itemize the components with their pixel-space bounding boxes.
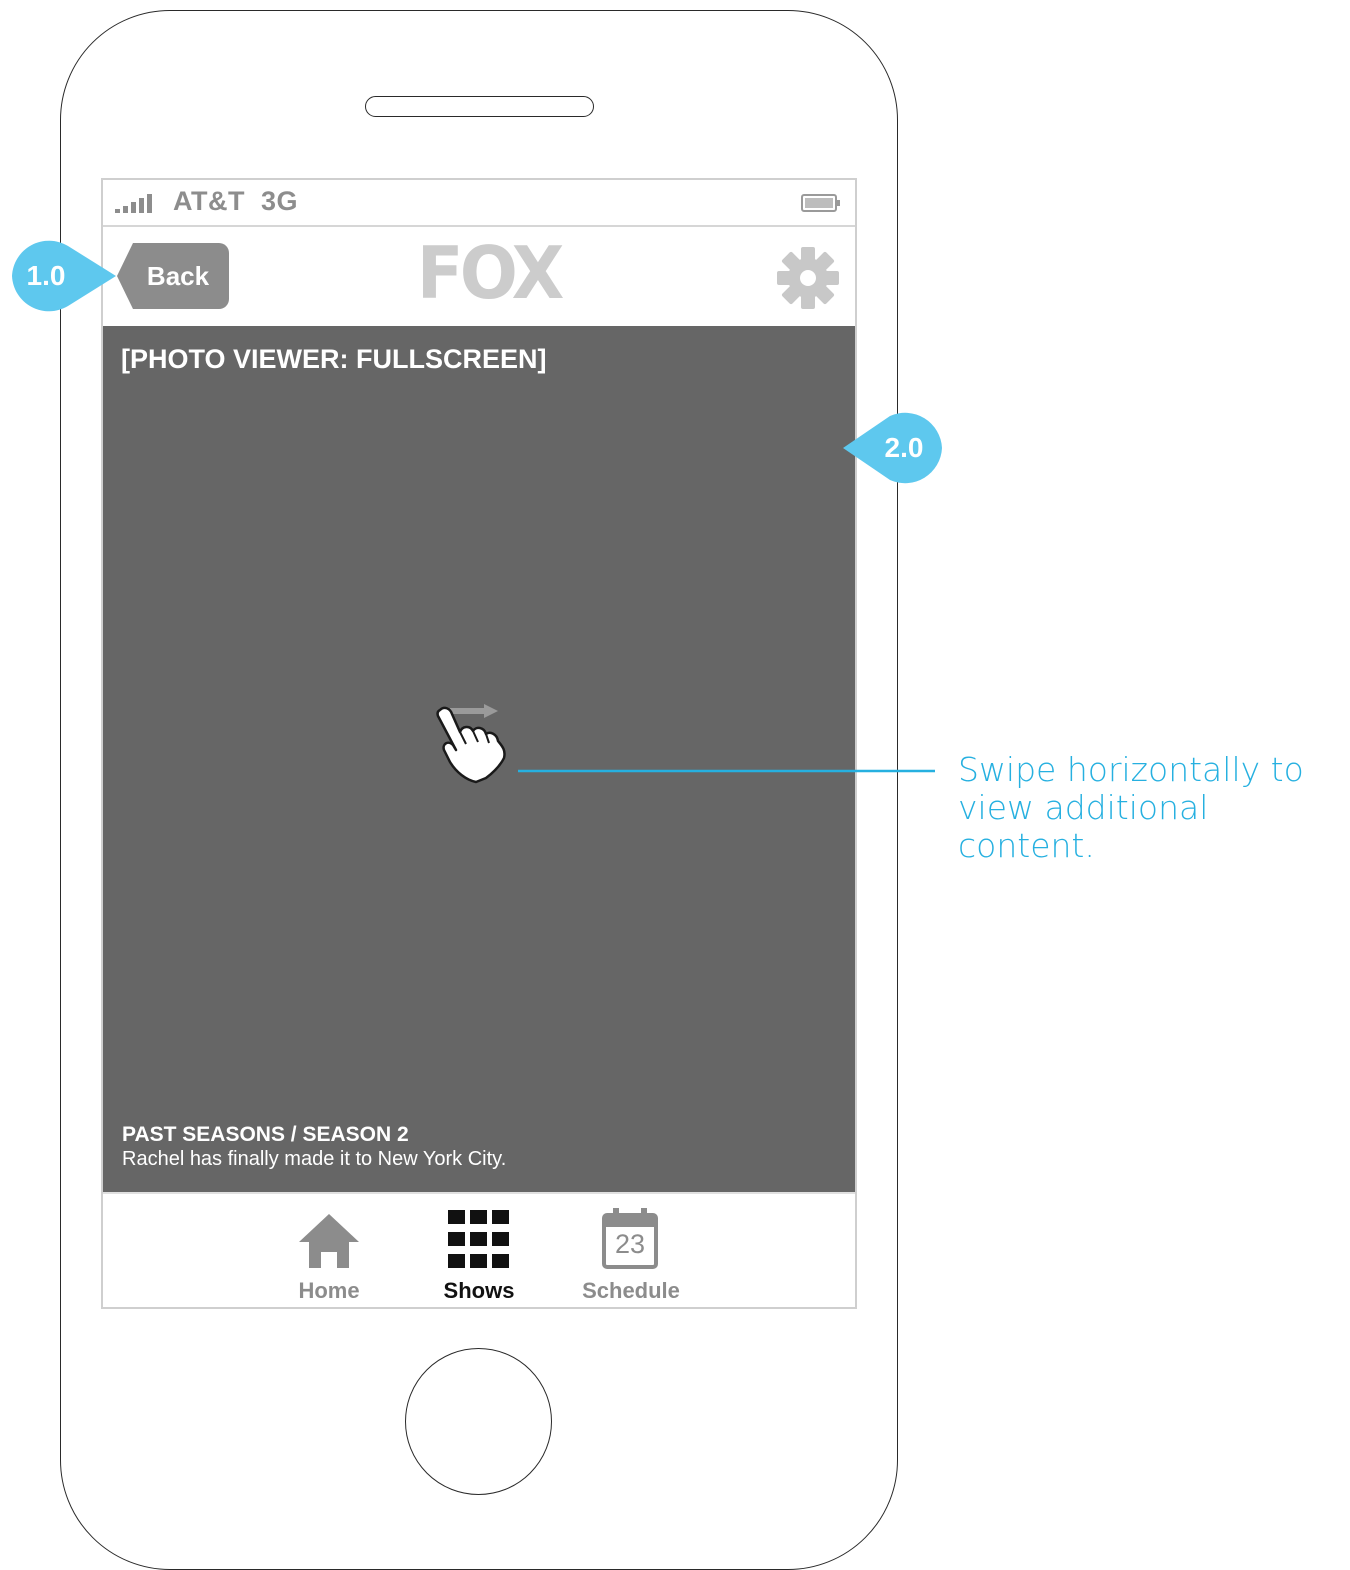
tab-home-label: Home bbox=[298, 1278, 360, 1303]
photo-viewer-title: [PHOTO VIEWER: FULLSCREEN] bbox=[121, 344, 547, 374]
tab-bar: Home Shows 23 Schedule bbox=[103, 1192, 855, 1307]
tab-shows-label: Shows bbox=[443, 1278, 515, 1303]
photo-viewer[interactable]: [PHOTO VIEWER: FULLSCREEN] PAST SEASONS … bbox=[103, 326, 855, 1192]
app-screen: AT&T 3G Back FOX [PHOTO VIEWER: FULLSCRE… bbox=[101, 178, 857, 1309]
swipe-annotation: Swipe horizontally to view additional co… bbox=[958, 750, 1304, 865]
tab-shows[interactable]: Shows bbox=[414, 1194, 544, 1307]
carrier-label: AT&T 3G bbox=[173, 186, 299, 216]
calendar-day: 23 bbox=[614, 1229, 646, 1259]
tab-schedule-label: Schedule bbox=[582, 1278, 680, 1303]
callout-1-label: 1.0 bbox=[26, 260, 66, 291]
gear-icon[interactable] bbox=[777, 247, 839, 309]
status-bar: AT&T 3G bbox=[103, 180, 855, 227]
callout-2-label: 2.0 bbox=[884, 432, 924, 463]
grid-icon bbox=[448, 1210, 509, 1268]
caption-text: Rachel has finally made it to New York C… bbox=[122, 1148, 507, 1170]
back-button[interactable]: Back bbox=[117, 243, 229, 309]
phone-speaker bbox=[365, 96, 594, 117]
signal-strength-icon bbox=[115, 194, 152, 213]
swipe-gesture-icon bbox=[436, 704, 506, 784]
caption-title: PAST SEASONS / SEASON 2 bbox=[122, 1123, 409, 1146]
tab-schedule[interactable]: 23 Schedule bbox=[566, 1194, 696, 1307]
phone-home-button[interactable] bbox=[405, 1348, 552, 1495]
battery-icon bbox=[801, 194, 840, 212]
fox-logo: FOX bbox=[416, 231, 565, 315]
navigation-bar: Back FOX bbox=[103, 227, 855, 326]
home-icon bbox=[299, 1214, 359, 1268]
tab-home[interactable]: Home bbox=[264, 1194, 394, 1307]
